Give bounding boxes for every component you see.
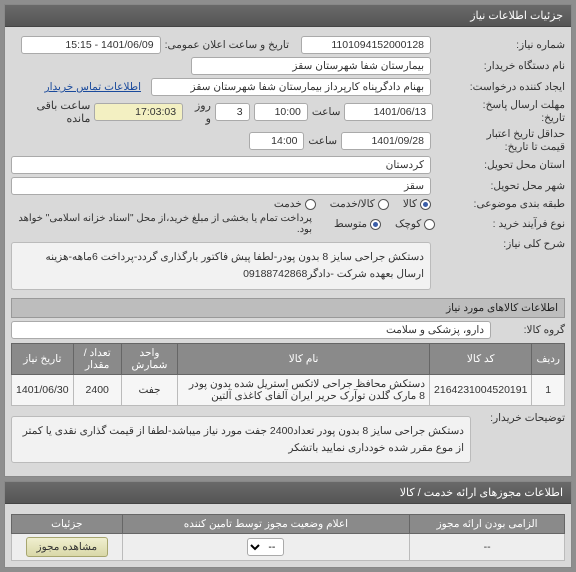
radio-goods-service[interactable]: کالا/خدمت <box>330 198 389 210</box>
col-unit: واحد شمارش <box>121 343 177 374</box>
city-label: شهر محل تحویل: <box>435 180 565 192</box>
buyer-notes: دستکش جراحی سایز 8 بدون پودر تعداد2400 ج… <box>11 416 471 464</box>
row-goods-group: گروه کالا: دارو، پزشکی و سلامت <box>11 321 565 339</box>
radio-service-label: خدمت <box>274 198 302 210</box>
radio-dot-icon <box>378 199 389 210</box>
view-permit-button[interactable]: مشاهده مجوز <box>26 537 109 557</box>
radio-dot-icon <box>305 199 316 210</box>
deadline-label-2: تاریخ: <box>541 112 565 124</box>
row-creator: ایجاد کننده درخواست: بهنام دادگرپناه کار… <box>11 78 565 96</box>
radio-dot-icon <box>424 219 435 230</box>
radio-dot-icon <box>420 199 431 210</box>
col-code: کد کالا <box>430 343 532 374</box>
panel-title: جزئیات اطلاعات نیاز <box>5 5 571 27</box>
radio-goods[interactable]: کالا <box>403 198 431 210</box>
pub-date-value: 1401/06/09 - 15:15 <box>21 36 161 54</box>
need-no-label: شماره نیاز: <box>435 39 565 51</box>
row-classification: طبقه بندی موضوعی: کالا کالا/خدمت خدمت <box>11 198 565 210</box>
row-province: استان محل تحویل: کردستان <box>11 156 565 174</box>
permits-header: اطلاعات مجوزهای ارائه خدمت / کالا <box>5 482 571 504</box>
buyer-value: بیمارستان شفا شهرستان سقز <box>191 57 431 75</box>
deadline-hour-label: ساعت <box>312 106 341 118</box>
cell-unit: جفت <box>121 374 177 405</box>
creator-label: ایجاد کننده درخواست: <box>435 81 565 93</box>
radio-gs-label: کالا/خدمت <box>330 198 375 210</box>
col-date: تاریخ نیاز <box>12 343 74 374</box>
radio-goods-label: کالا <box>403 198 417 210</box>
cell-idx: 1 <box>532 374 565 405</box>
radio-small[interactable]: کوچک <box>395 218 435 230</box>
table-header-row: ردیف کد کالا نام کالا واحد شمارش تعداد /… <box>12 343 565 374</box>
radio-small-label: کوچک <box>395 218 421 230</box>
col-supplier-status: اعلام وضعیت مجوز توسط تامین کننده <box>122 515 410 534</box>
remain-label: ساعت باقی مانده <box>11 99 90 125</box>
cell-code: 2164231004520191 <box>430 374 532 405</box>
group-label: گروه کالا: <box>495 324 565 336</box>
row-description: شرح کلی نیاز: دستکش جراحی سایز 8 بدون پو… <box>11 238 565 294</box>
items-table: ردیف کد کالا نام کالا واحد شمارش تعداد /… <box>11 343 565 406</box>
radio-service[interactable]: خدمت <box>274 198 316 210</box>
payment-note: پرداخت تمام یا بخشی از مبلغ خرید،از محل … <box>11 213 312 235</box>
table-header-row: الزامی بودن ارائه مجوز اعلام وضعیت مجوز … <box>12 515 565 534</box>
city-value: سقز <box>11 177 431 195</box>
cell-qty: 2400 <box>73 374 121 405</box>
min-date: 1401/09/28 <box>341 132 431 150</box>
deadline-label-1: مهلت ارسال پاسخ: <box>483 99 565 111</box>
min-label-2: قیمت تا تاریخ: <box>505 141 565 153</box>
deadline-label: مهلت ارسال پاسخ: تاریخ: <box>437 99 565 124</box>
min-hour-label: ساعت <box>308 135 337 147</box>
remaining-days: 3 <box>215 103 250 121</box>
min-validity-label: حداقل تاریخ اعتبار قیمت تا تاریخ: <box>435 128 565 153</box>
province-label: استان محل تحویل: <box>435 159 565 171</box>
deadline-date: 1401/06/13 <box>344 103 433 121</box>
row-min-validity: حداقل تاریخ اعتبار قیمت تا تاریخ: 1401/0… <box>11 128 565 153</box>
class-label: طبقه بندی موضوعی: <box>435 198 565 210</box>
buyer-notes-label: توضیحات خریدار: <box>475 412 565 424</box>
desc-text: دستکش جراحی سایز 8 بدون پودر-لطفا پیش فا… <box>11 242 431 290</box>
col-row: ردیف <box>532 343 565 374</box>
buyer-label: نام دستگاه خریدار: <box>435 60 565 72</box>
permits-table: الزامی بودن ارائه مجوز اعلام وضعیت مجوز … <box>11 514 565 561</box>
table-row: 1 2164231004520191 دستکش محافظ جراحی لات… <box>12 374 565 405</box>
col-qty: تعداد / مقدار <box>73 343 121 374</box>
row-buyer: نام دستگاه خریدار: بیمارستان شفا شهرستان… <box>11 57 565 75</box>
group-value: دارو، پزشکی و سلامت <box>11 321 491 339</box>
deadline-hour: 10:00 <box>254 103 308 121</box>
permits-panel: اطلاعات مجوزهای ارائه خدمت / کالا الزامی… <box>4 481 572 568</box>
row-city: شهر محل تحویل: سقز <box>11 177 565 195</box>
row-deadline: مهلت ارسال پاسخ: تاریخ: 1401/06/13 ساعت … <box>11 99 565 125</box>
items-header: اطلاعات کالاهای مورد نیاز <box>11 298 565 318</box>
pub-date-label: تاریخ و ساعت اعلان عمومی: <box>165 39 289 51</box>
radio-medium-label: متوسط <box>334 218 367 230</box>
min-hour: 14:00 <box>249 132 304 150</box>
col-mandatory: الزامی بودن ارائه مجوز <box>410 515 565 534</box>
cell-name: دستکش محافظ جراحی لاتکس استریل شده بدون … <box>178 374 430 405</box>
contact-link[interactable]: اطلاعات تماس خریدار <box>45 81 141 93</box>
cell-date: 1401/06/30 <box>12 374 74 405</box>
need-no-value: 1101094152000128 <box>301 36 431 54</box>
creator-value: بهنام دادگرپناه کارپرداز بیمارستان شفا ش… <box>151 78 431 96</box>
radio-medium[interactable]: متوسط <box>334 218 381 230</box>
days-label: روز و <box>187 99 211 125</box>
status-select[interactable]: -- <box>247 538 284 556</box>
col-name: نام کالا <box>178 343 430 374</box>
province-value: کردستان <box>11 156 431 174</box>
row-need-no: شماره نیاز: 1101094152000128 تاریخ و ساع… <box>11 36 565 54</box>
min-label-1: حداقل تاریخ اعتبار <box>487 128 565 140</box>
col-details: جزئیات <box>12 515 123 534</box>
need-details-panel: جزئیات اطلاعات نیاز شماره نیاز: 11010941… <box>4 4 572 477</box>
radio-dot-icon <box>370 219 381 230</box>
remaining-time: 17:03:03 <box>94 103 183 121</box>
proc-label: نوع فرآیند خرید : <box>439 218 565 230</box>
row-proc-type: نوع فرآیند خرید : کوچک متوسط پرداخت تمام… <box>11 213 565 235</box>
row-buyer-notes: توضیحات خریدار: دستکش جراحی سایز 8 بدون … <box>11 412 565 468</box>
desc-label: شرح کلی نیاز: <box>435 238 565 250</box>
